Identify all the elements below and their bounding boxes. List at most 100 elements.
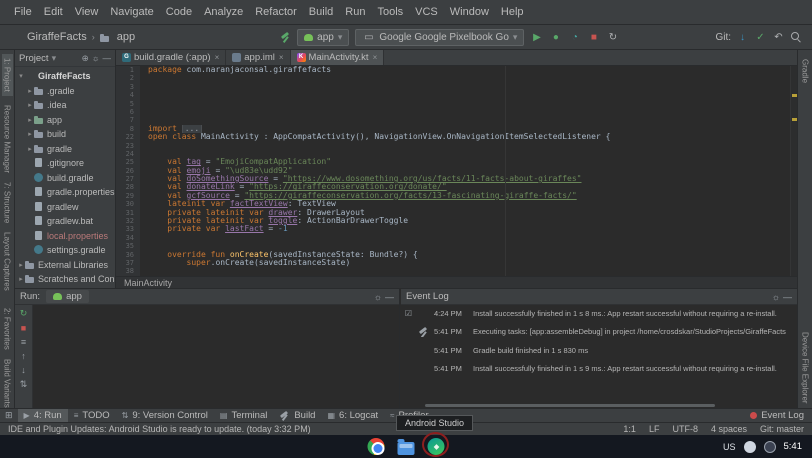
menu-window[interactable]: Window bbox=[444, 4, 495, 20]
gear-icon[interactable]: ☼ bbox=[374, 292, 382, 302]
tool-tab-6-logcat[interactable]: ▦6: Logcat bbox=[321, 409, 384, 422]
code-line[interactable]: 26 val emoji = "\ud83e\udd92" bbox=[116, 167, 797, 175]
breadcrumb-project[interactable]: GiraffeFacts bbox=[27, 31, 87, 43]
menu-vcs[interactable]: VCS bbox=[409, 4, 444, 20]
code-line[interactable]: 28 val donateLink = "https://giraffecons… bbox=[116, 183, 797, 191]
run-button[interactable]: ▶ bbox=[530, 32, 543, 43]
tree-item-settings-gradle[interactable]: settings.gradle bbox=[15, 243, 115, 258]
line-number[interactable]: 26 bbox=[116, 167, 140, 175]
tree-item-build-gradle[interactable]: build.gradle bbox=[15, 171, 115, 186]
event-log-entry[interactable]: 5:41 PMGradle build finished in 1 s 830 … bbox=[418, 346, 793, 355]
line-number[interactable]: 22 bbox=[116, 133, 140, 141]
line-number[interactable]: 30 bbox=[116, 200, 140, 208]
menu-refactor[interactable]: Refactor bbox=[249, 4, 303, 20]
line-number[interactable]: 37 bbox=[116, 259, 140, 267]
warning-mark[interactable] bbox=[792, 118, 797, 121]
code-line[interactable]: 33 private var lastFact = -1 bbox=[116, 225, 797, 233]
menu-run[interactable]: Run bbox=[339, 4, 371, 20]
tree-item-app[interactable]: ▸app bbox=[15, 113, 115, 128]
window-icon[interactable]: ⊞ bbox=[0, 410, 18, 421]
tool-tab-9-version-control[interactable]: ⇅9: Version Control bbox=[116, 409, 214, 422]
line-number[interactable]: 2 bbox=[116, 74, 140, 82]
tree-item-giraffefacts[interactable]: ▾GiraffeFacts bbox=[15, 69, 115, 84]
menu-build[interactable]: Build bbox=[303, 4, 339, 20]
tree-item-build[interactable]: ▸build bbox=[15, 127, 115, 142]
tool-button-build-variants[interactable]: Build Variants bbox=[3, 359, 12, 408]
line-number[interactable]: 35 bbox=[116, 242, 140, 250]
tree-item-gradle-properties[interactable]: gradle.properties bbox=[15, 185, 115, 200]
code-line[interactable]: 31 private lateinit var drawer: DrawerLa… bbox=[116, 209, 797, 217]
tree-item-external-libraries[interactable]: ▸External Libraries bbox=[15, 258, 115, 273]
menu-edit[interactable]: Edit bbox=[38, 4, 69, 20]
line-number[interactable]: 3 bbox=[116, 83, 140, 91]
tree-item-gradlew[interactable]: gradlew bbox=[15, 200, 115, 215]
menu-tools[interactable]: Tools bbox=[371, 4, 409, 20]
menu-view[interactable]: View bbox=[69, 4, 105, 20]
tree-item-scratches-and-consoles[interactable]: ▸Scratches and Consoles bbox=[15, 272, 115, 287]
gear-icon[interactable]: ☼ bbox=[92, 53, 100, 64]
tool-button-device-file-explorer[interactable]: Device File Explorer bbox=[801, 332, 810, 404]
tool-tab-4-run[interactable]: ▶4: Run bbox=[18, 409, 68, 422]
device-select[interactable]: ▭ Google Google Pixelbook Go ▾ bbox=[355, 29, 524, 46]
tree-item-local-properties[interactable]: local.properties bbox=[15, 229, 115, 244]
run-tab-app[interactable]: app bbox=[46, 290, 89, 303]
tree-item-gradle[interactable]: ▸.gradle bbox=[15, 84, 115, 99]
tool-button-7-structure[interactable]: 7: Structure bbox=[3, 182, 12, 223]
editor-tab-build-gradle-app[interactable]: Gbuild.gradle (:app)× bbox=[116, 50, 226, 65]
editor-tab-mainactivity-kt[interactable]: KMainActivity.kt× bbox=[291, 50, 385, 65]
hide-panel-icon[interactable]: ― bbox=[103, 53, 112, 64]
tool-button-resource-manager[interactable]: Resource Manager bbox=[3, 105, 12, 173]
code-line[interactable]: 27 val doSomethingSource = "https://www.… bbox=[116, 175, 797, 183]
line-number[interactable]: 29 bbox=[116, 192, 140, 200]
code-line[interactable]: 23 bbox=[116, 142, 797, 150]
locate-file-icon[interactable]: ⊕ bbox=[82, 53, 89, 64]
gear-icon[interactable]: ☼ bbox=[772, 292, 780, 302]
code-line[interactable]: 1package com.naranjaconsal.giraffefacts bbox=[116, 66, 797, 74]
code-line[interactable]: 29 val gcfSource = "https://giraffeconse… bbox=[116, 192, 797, 200]
run-config-select[interactable]: app ▾ bbox=[297, 29, 349, 46]
tray-icon[interactable] bbox=[764, 441, 776, 453]
android-studio-icon[interactable] bbox=[428, 438, 445, 455]
code-line[interactable]: 38 bbox=[116, 267, 797, 275]
tray-icon[interactable] bbox=[744, 441, 756, 453]
breadcrumb-module[interactable]: app bbox=[117, 31, 135, 43]
scroll-down-icon[interactable]: ↓ bbox=[18, 365, 30, 375]
build-hammer-icon[interactable] bbox=[280, 32, 291, 42]
files-icon[interactable] bbox=[398, 442, 415, 455]
tool-tab-terminal[interactable]: ▤Terminal bbox=[214, 409, 273, 422]
close-icon[interactable]: × bbox=[215, 53, 220, 62]
status-1-1[interactable]: 1:1 bbox=[623, 424, 636, 434]
stop-button[interactable]: ■ bbox=[587, 32, 600, 43]
line-number[interactable]: 28 bbox=[116, 183, 140, 191]
tree-item-gradlew-bat[interactable]: gradlew.bat bbox=[15, 214, 115, 229]
line-number[interactable]: 34 bbox=[116, 234, 140, 242]
line-number[interactable]: 5 bbox=[116, 100, 140, 108]
line-number[interactable]: 36 bbox=[116, 251, 140, 259]
code-line[interactable]: 25 val tag = "EmojiCompatApplication" bbox=[116, 158, 797, 166]
tool-button-gradle[interactable]: Gradle bbox=[801, 59, 810, 83]
menu-analyze[interactable]: Analyze bbox=[198, 4, 249, 20]
run-console[interactable] bbox=[33, 305, 399, 408]
tree-item-gitignore[interactable]: .gitignore bbox=[15, 156, 115, 171]
tool-button-2-favorites[interactable]: 2: Favorites bbox=[3, 308, 12, 350]
menu-icon[interactable]: ≡ bbox=[18, 337, 30, 347]
line-number[interactable]: 31 bbox=[116, 209, 140, 217]
code-line[interactable]: 36 override fun onCreate(savedInstanceSt… bbox=[116, 251, 797, 259]
line-number[interactable]: 27 bbox=[116, 175, 140, 183]
tool-tab-build[interactable]: Build bbox=[273, 409, 321, 422]
search-icon[interactable] bbox=[790, 31, 802, 43]
git-commit-icon[interactable]: ✓ bbox=[754, 32, 767, 43]
stop-icon[interactable]: ■ bbox=[18, 323, 30, 333]
code-line[interactable]: 32 private lateinit var toggle: ActionBa… bbox=[116, 217, 797, 225]
line-number[interactable]: 32 bbox=[116, 217, 140, 225]
line-number[interactable]: 38 bbox=[116, 267, 140, 275]
close-icon[interactable]: × bbox=[279, 53, 284, 62]
tool-button-layout-captures[interactable]: Layout Captures bbox=[3, 232, 12, 291]
sync-icon[interactable]: ↻ bbox=[606, 32, 619, 43]
minimize-icon[interactable]: ― bbox=[783, 292, 792, 302]
git-revert-icon[interactable]: ↶ bbox=[772, 32, 785, 43]
event-log-entry[interactable]: 4:24 PMInstall successfully finished in … bbox=[418, 309, 793, 318]
line-number[interactable]: 8 bbox=[116, 125, 140, 133]
tool-button-1-project[interactable]: 1: Project bbox=[2, 54, 13, 96]
editor-breadcrumb[interactable]: MainActivity bbox=[116, 276, 797, 288]
